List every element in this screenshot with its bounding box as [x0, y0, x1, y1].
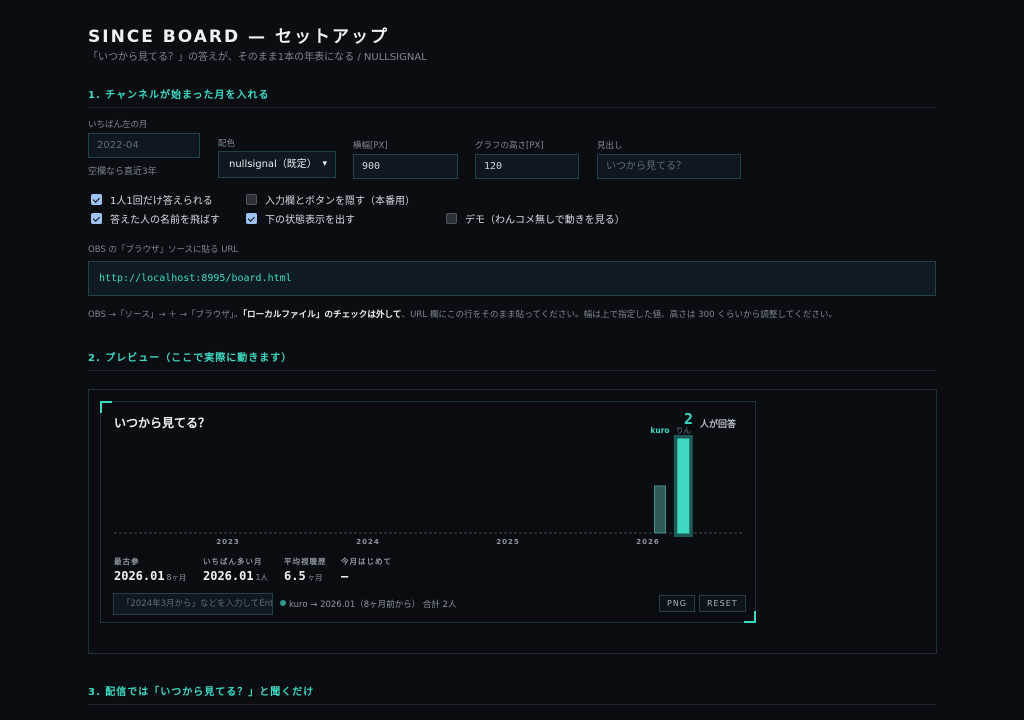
png-button[interactable]: PNG	[659, 595, 696, 612]
page-subtitle: 「いつから見てる？」の答えが、そのまま1本の年表になる / NULLSIGNAL	[88, 52, 427, 63]
checkbox-one-answer[interactable]: 1人1回だけ答えられる	[91, 192, 213, 207]
corner-bottom-right	[744, 611, 756, 623]
checkbox-demo[interactable]: デモ（わんコメ無しで動きを見る）	[446, 211, 625, 226]
checkbox-label: デモ（わんコメ無しで動きを見る）	[465, 215, 625, 226]
start-month-hint: 空欄なら直近3年	[88, 167, 157, 177]
stat-label-new-this-month: 今月はじめて	[341, 557, 392, 566]
checkbox-checked-icon	[91, 213, 102, 224]
palette-select-value: nullsignal（既定）	[229, 159, 317, 170]
checkbox-label: 下の状態表示を出す	[265, 215, 355, 226]
page-title: SINCE BOARD — セットアップ	[88, 27, 389, 47]
palette-select[interactable]: nullsignal（既定） ▾	[218, 151, 336, 178]
start-month-label: いちばん左の月	[88, 120, 148, 130]
stat-label-oldest: 最古参	[114, 557, 140, 566]
section-3-heading: 3. 配信では「いつから見てる？」と聞くだけ	[88, 683, 936, 705]
checkbox-label: 1人1回だけ答えられる	[110, 196, 213, 207]
stat-label-peak-month: いちばん多い月	[203, 557, 263, 566]
width-input[interactable]: 900	[353, 154, 458, 179]
checkbox-skip-name[interactable]: 答えた人の名前を飛ばす	[91, 211, 220, 226]
chevron-down-icon: ▾	[322, 159, 327, 169]
heading-input[interactable]: いつから見てる？	[597, 154, 741, 179]
checkbox-checked-icon	[246, 213, 257, 224]
timeline-chart: 2023 2024 2025 2026 kuro りん	[114, 426, 742, 546]
status-dot-icon	[280, 600, 286, 606]
reset-button[interactable]: RESET	[699, 595, 746, 612]
checkbox-unchecked-icon	[246, 194, 257, 205]
obs-url-field[interactable]: http://localhost:8995/board.html	[88, 261, 936, 296]
checkbox-label: 答えた人の名前を飛ばす	[110, 215, 220, 226]
chart-bar	[677, 438, 690, 534]
checkbox-label: 入力欄とボタンを隠す（本番用）	[265, 196, 415, 207]
bar-name-label: りん	[676, 426, 691, 435]
checkbox-checked-icon	[91, 194, 102, 205]
checkbox-hide-input[interactable]: 入力欄とボタンを隠す（本番用）	[246, 192, 415, 207]
height-input[interactable]: 120	[475, 154, 579, 179]
stat-value-average: 6.5 ヶ月	[284, 569, 323, 583]
x-tick-label: 2024	[356, 538, 379, 546]
bar-name-label: kuro	[650, 426, 669, 435]
section-1-heading: 1. チャンネルが始まった月を入れる	[88, 86, 936, 108]
start-month-input[interactable]: 2022-04	[88, 133, 200, 158]
x-tick-label: 2023	[216, 538, 239, 546]
stat-value-peak-month: 2026.01 1人	[203, 569, 268, 583]
x-tick-label: 2025	[496, 538, 519, 546]
corner-top-left	[100, 401, 112, 413]
height-label: グラフの高さ[PX]	[475, 141, 544, 151]
stat-value-oldest: 2026.01 8ヶ月	[114, 569, 187, 583]
url-label: OBS の「ブラウザ」ソースに貼る URL	[88, 245, 239, 255]
stat-label-average: 平均視聴歴	[284, 557, 327, 566]
width-label: 横幅[PX]	[353, 141, 388, 151]
status-text: kuro → 2026.01（8ヶ月前から） 合計 2人	[289, 600, 457, 610]
palette-label: 配色	[218, 139, 236, 149]
checkbox-show-status[interactable]: 下の状態表示を出す	[246, 211, 355, 226]
obs-instructions: OBS →「ソース」→ ＋ →「ブラウザ」。「ローカルファイル」のチェックは外し…	[88, 310, 838, 320]
stat-value-new-this-month: —	[341, 569, 349, 583]
heading-field-label: 見出し	[597, 141, 623, 151]
chart-bar	[654, 485, 666, 534]
section-2-heading: 2. プレビュー（ここで実際に動きます）	[88, 349, 936, 371]
answer-input[interactable]: 「2024年3月から」などを入力してEnter	[113, 593, 273, 615]
x-tick-label: 2026	[636, 538, 659, 546]
checkbox-unchecked-icon	[446, 213, 457, 224]
